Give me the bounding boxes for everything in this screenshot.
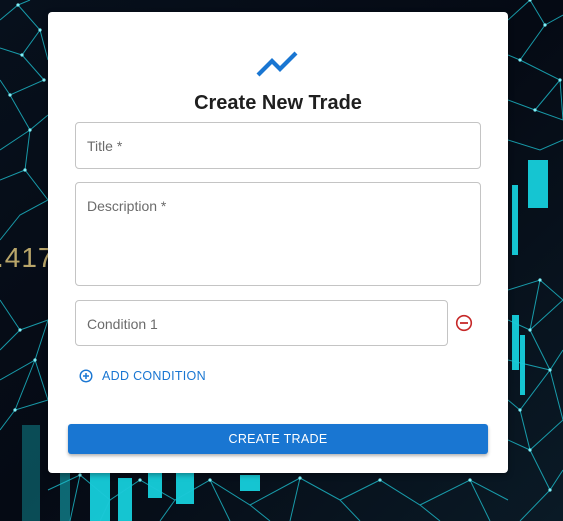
title-field[interactable]: Title * bbox=[75, 122, 481, 169]
trending-up-icon bbox=[256, 51, 298, 77]
add-condition-button[interactable]: ADD CONDITION bbox=[79, 367, 206, 385]
description-field-label: Description * bbox=[87, 198, 167, 214]
background-ticker-text: .417 bbox=[0, 242, 55, 273]
description-field[interactable]: Description * bbox=[75, 182, 481, 286]
title-field-label: Title * bbox=[87, 138, 123, 154]
page-title: Create New Trade bbox=[194, 92, 362, 114]
condition-field-label: Condition 1 bbox=[87, 316, 158, 332]
create-trade-button[interactable]: CREATE TRADE bbox=[68, 424, 488, 454]
create-trade-card: Create New Trade Title * Description * C… bbox=[48, 12, 508, 473]
condition-field[interactable]: Condition 1 bbox=[75, 300, 448, 346]
remove-circle-outline-icon[interactable] bbox=[455, 314, 473, 332]
add-circle-outline-icon bbox=[79, 369, 93, 383]
add-condition-label: ADD CONDITION bbox=[102, 369, 206, 383]
